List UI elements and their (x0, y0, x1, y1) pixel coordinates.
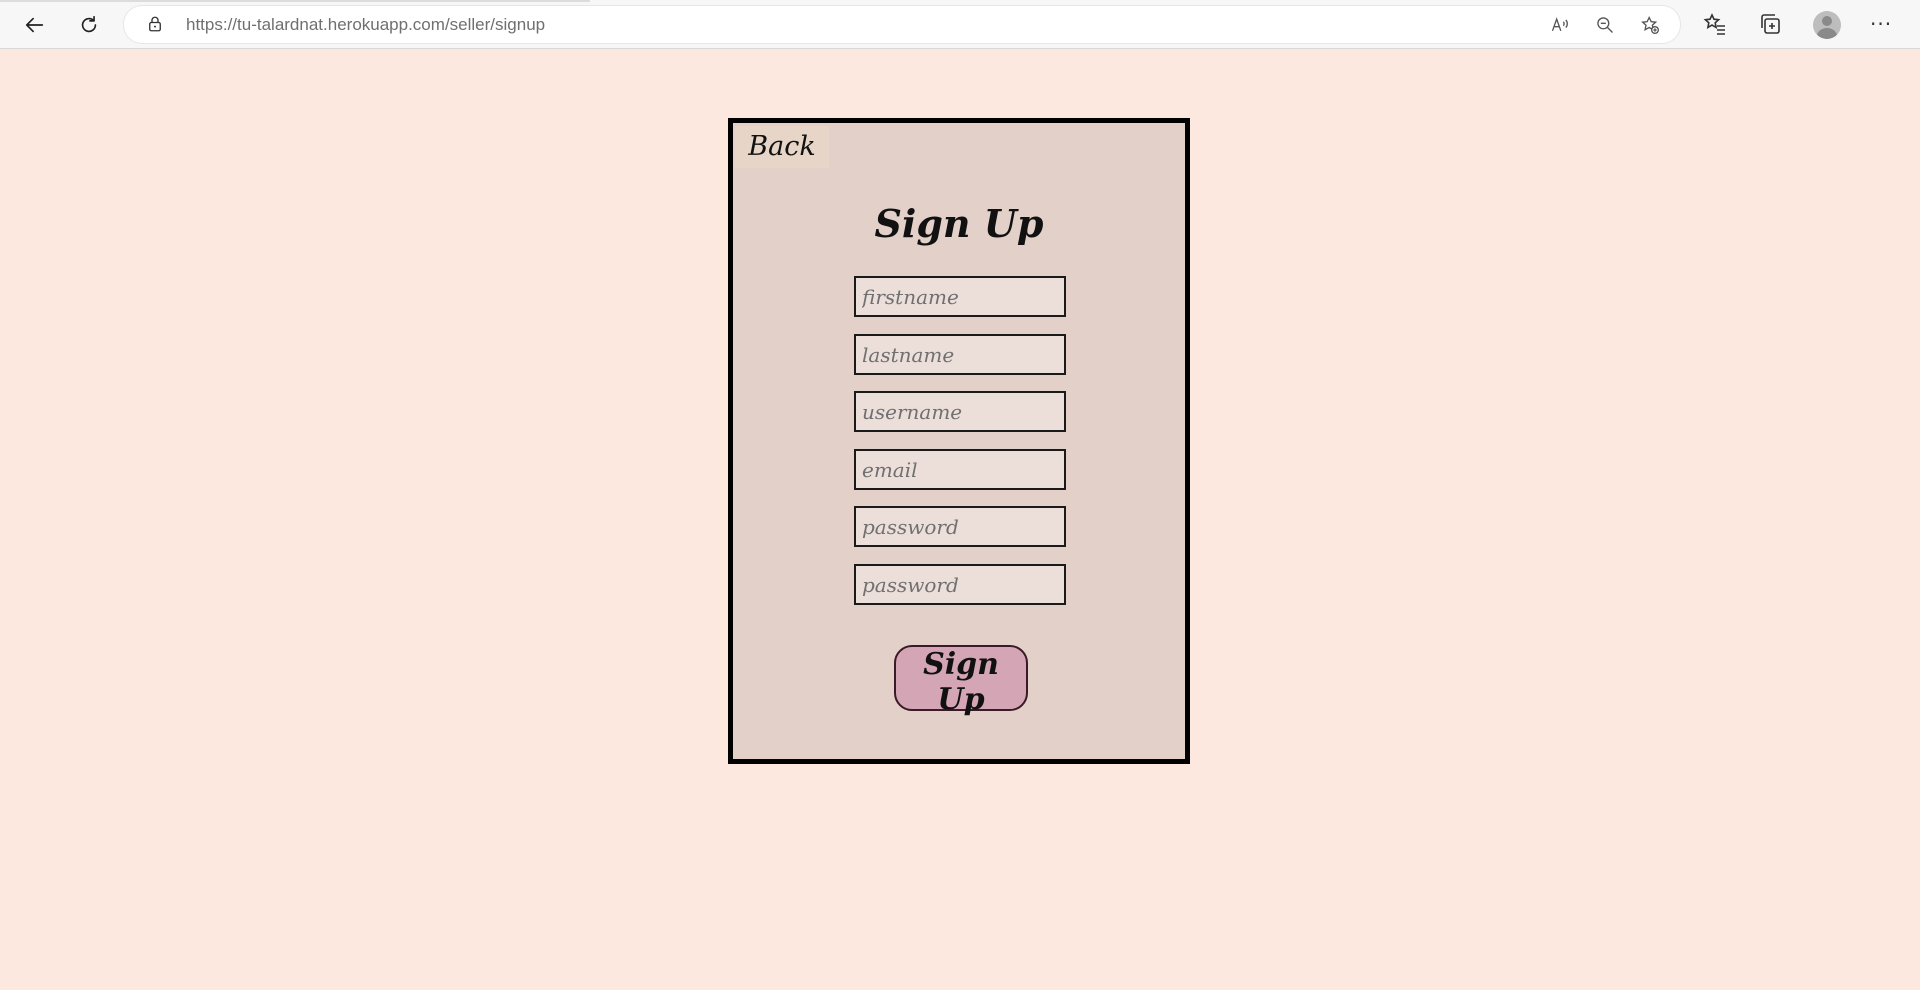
signup-card: Back Sign Up Sign Up (728, 118, 1190, 764)
zoom-out-icon[interactable] (1595, 15, 1615, 35)
profile-avatar-icon[interactable] (1813, 11, 1841, 39)
confirm-password-input[interactable] (854, 564, 1066, 605)
address-url: https://tu-talardnat.herokuapp.com/selle… (186, 15, 545, 35)
email-input[interactable] (854, 449, 1066, 490)
refresh-icon[interactable] (73, 9, 105, 41)
add-favorite-icon[interactable] (1640, 15, 1660, 35)
back-button[interactable]: Back (735, 126, 829, 168)
favorites-icon[interactable] (1703, 12, 1727, 36)
signup-submit-button[interactable]: Sign Up (894, 645, 1028, 717)
url-path: /seller/signup (444, 15, 546, 34)
read-aloud-icon[interactable] (1550, 15, 1570, 35)
lastname-input[interactable] (854, 334, 1066, 375)
username-input[interactable] (854, 391, 1066, 432)
collections-icon[interactable] (1758, 12, 1782, 36)
more-options-icon[interactable]: ··· (1870, 12, 1892, 36)
firstname-input[interactable] (854, 276, 1066, 317)
address-bar[interactable]: https://tu-talardnat.herokuapp.com/selle… (124, 6, 1680, 43)
browser-toolbar: https://tu-talardnat.herokuapp.com/selle… (0, 0, 1920, 49)
back-arrow-icon[interactable] (19, 9, 51, 41)
url-host: https://tu-talardnat.herokuapp.com (186, 15, 445, 34)
page-title: Sign Up (874, 201, 1044, 246)
password-input[interactable] (854, 506, 1066, 547)
lock-icon (149, 16, 161, 32)
tab-indicator (0, 0, 590, 2)
